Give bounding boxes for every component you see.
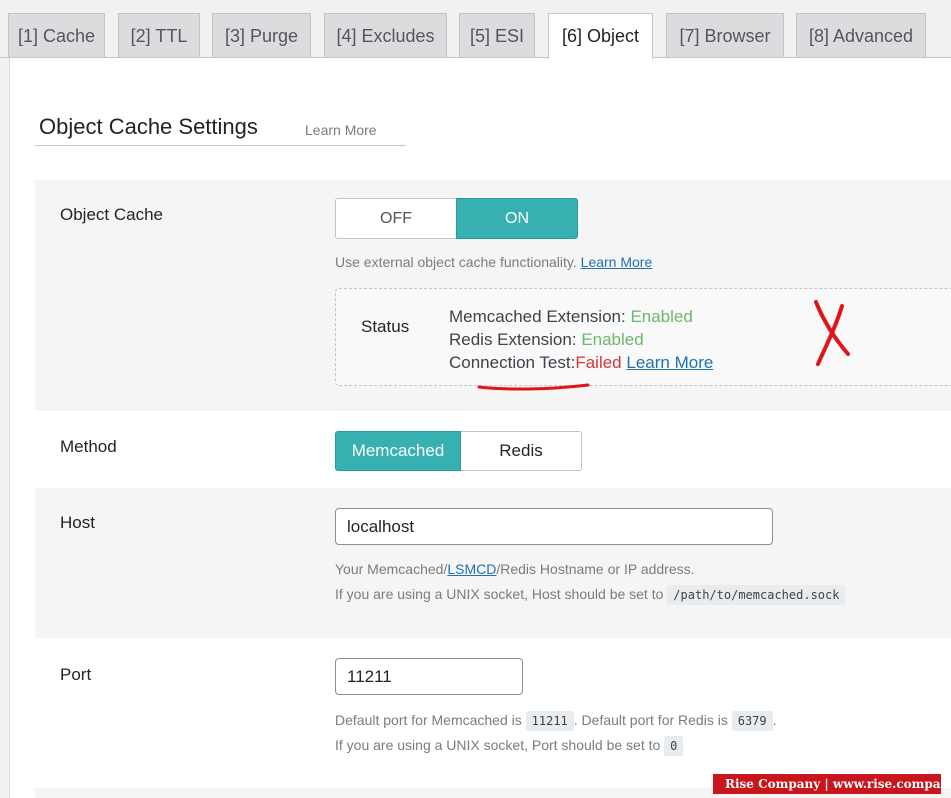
toggle-on-button[interactable]: ON xyxy=(456,198,578,239)
host-desc-prefix: Your Memcached/ xyxy=(335,561,448,577)
status-connection: Connection Test:Failed Learn More xyxy=(449,351,713,374)
tab-ttl[interactable]: [2] TTL xyxy=(118,13,200,58)
settings-panel: Object Cache Settings Learn More Object … xyxy=(9,58,951,798)
watermark-text: Rise Company | www.rise.company xyxy=(725,777,951,791)
tab-browser[interactable]: [7] Browser xyxy=(666,13,784,58)
host-label: Host xyxy=(60,513,95,532)
section-title: Object Cache Settings xyxy=(39,114,258,139)
tab-purge[interactable]: [3] Purge xyxy=(212,13,311,58)
section-learn-more-link[interactable]: Learn More xyxy=(305,122,377,138)
method-memcached-button[interactable]: Memcached xyxy=(335,431,461,471)
redis-extension-label: Redis Extension: xyxy=(449,330,577,349)
port-desc-b: . Default port for Redis is xyxy=(573,712,728,728)
host-row: Host Your Memcached/LSMCD/Redis Hostname… xyxy=(35,488,951,638)
connection-test-label: Connection Test: xyxy=(449,353,576,372)
status-redis: Redis Extension: Enabled xyxy=(449,328,713,351)
port-desc-c: . xyxy=(772,712,777,728)
tab-advanced[interactable]: [8] Advanced xyxy=(796,13,926,58)
port-label: Port xyxy=(60,665,92,684)
host-input[interactable] xyxy=(335,508,773,545)
tab-excludes[interactable]: [4] Excludes xyxy=(324,13,447,58)
method-redis-button[interactable]: Redis xyxy=(461,431,582,471)
port-desc-a: Default port for Memcached is xyxy=(335,712,522,728)
port-socket-text: If you are using a UNIX socket, Port sho… xyxy=(335,737,661,753)
settings-tabs: [1] Cache [2] TTL [3] Purge [4] Excludes… xyxy=(0,0,951,59)
watermark: Rise Company | www.rise.company xyxy=(713,774,951,794)
lsmcd-link[interactable]: LSMCD xyxy=(447,561,496,577)
method-row: Method Memcached Redis xyxy=(35,411,951,488)
object-cache-learn-more-link[interactable]: Learn More xyxy=(581,254,653,270)
section-heading: Object Cache Settings Learn More xyxy=(35,114,406,146)
memcached-extension-value: Enabled xyxy=(630,307,693,326)
object-cache-label: Object Cache xyxy=(60,205,163,224)
status-label: Status xyxy=(361,317,410,336)
object-cache-row: Object Cache OFF ON Use external object … xyxy=(35,180,951,411)
memcached-extension-label: Memcached Extension: xyxy=(449,307,626,326)
port-socket-code: 0 xyxy=(664,736,684,756)
status-memcached: Memcached Extension: Enabled xyxy=(449,305,713,328)
status-box: Status Memcached Extension: Enabled Redi… xyxy=(335,288,951,386)
port-row: Port Default port for Memcached is 11211… xyxy=(35,638,951,788)
host-socket-code: /path/to/memcached.sock xyxy=(667,585,846,605)
tabs-divider xyxy=(0,57,951,58)
connection-test-value: Failed xyxy=(575,353,622,372)
object-cache-toggle: OFF ON xyxy=(335,198,578,239)
host-desc-suffix: /Redis Hostname or IP address. xyxy=(496,561,695,577)
host-description: Your Memcached/LSMCD/Redis Hostname or I… xyxy=(335,561,695,577)
tab-esi[interactable]: [5] ESI xyxy=(459,13,535,58)
memcached-port-code: 11211 xyxy=(525,711,574,731)
redis-port-code: 6379 xyxy=(731,711,773,731)
port-socket-note: If you are using a UNIX socket, Port sho… xyxy=(335,736,684,756)
tab-cache[interactable]: [1] Cache xyxy=(8,13,105,58)
port-input[interactable] xyxy=(335,658,523,695)
object-cache-description-text: Use external object cache functionality. xyxy=(335,254,577,270)
status-lines: Memcached Extension: Enabled Redis Exten… xyxy=(449,305,713,374)
host-socket-text: If you are using a UNIX socket, Host sho… xyxy=(335,586,664,602)
port-description: Default port for Memcached is 11211. Def… xyxy=(335,711,777,731)
method-label: Method xyxy=(60,437,117,456)
connection-learn-more-link[interactable]: Learn More xyxy=(626,353,713,372)
object-cache-description: Use external object cache functionality.… xyxy=(335,254,652,270)
host-socket-note: If you are using a UNIX socket, Host sho… xyxy=(335,585,846,605)
toggle-off-button[interactable]: OFF xyxy=(335,198,456,239)
tab-object[interactable]: [6] Object xyxy=(548,13,653,59)
method-switch: Memcached Redis xyxy=(335,431,582,471)
redis-extension-value: Enabled xyxy=(581,330,644,349)
